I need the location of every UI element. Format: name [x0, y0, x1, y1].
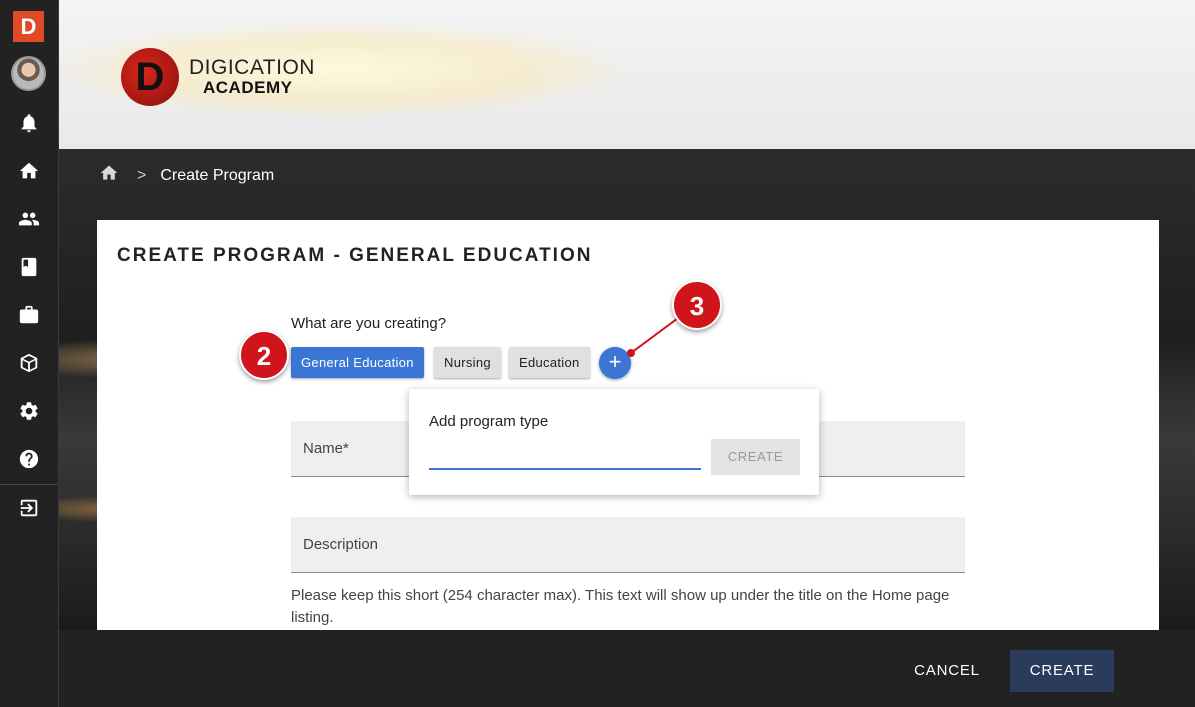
description-field-label: Description: [303, 536, 379, 553]
callout-step-2: 2: [239, 330, 289, 380]
rail-divider: [0, 484, 58, 485]
bell-icon[interactable]: [16, 110, 42, 136]
program-type-input[interactable]: [429, 440, 701, 470]
gear-icon[interactable]: [16, 398, 42, 424]
app-logo[interactable]: D: [13, 11, 44, 42]
breadcrumb-separator: >: [137, 166, 147, 184]
popover-create-button[interactable]: CREATE: [711, 439, 800, 475]
create-program-card: CREATE PROGRAM - GENERAL EDUCATION What …: [97, 220, 1159, 640]
page-title: CREATE PROGRAM - GENERAL EDUCATION: [117, 245, 593, 266]
add-program-type-popover: Add program type CREATE: [409, 389, 819, 495]
cancel-button[interactable]: CANCEL: [901, 652, 993, 690]
brand-logo[interactable]: D DIGICATION ACADEMY: [121, 48, 315, 106]
brand-name: DIGICATION: [189, 56, 315, 80]
brand-text: DIGICATION ACADEMY: [189, 56, 315, 98]
briefcase-icon[interactable]: [16, 302, 42, 328]
home-icon[interactable]: [16, 158, 42, 184]
avatar[interactable]: [11, 56, 46, 91]
box-icon[interactable]: [16, 350, 42, 376]
description-field[interactable]: Description: [291, 517, 965, 573]
chip-education[interactable]: Education: [509, 347, 590, 378]
add-program-type-button[interactable]: +: [599, 347, 631, 379]
callout-step-3: 3: [672, 280, 722, 330]
chip-general-education[interactable]: General Education: [291, 347, 424, 378]
help-icon[interactable]: [16, 446, 42, 472]
name-field-label: Name*: [303, 440, 349, 457]
program-type-question: What are you creating?: [291, 315, 447, 332]
brand-subname: ACADEMY: [203, 78, 293, 98]
create-button[interactable]: CREATE: [1010, 650, 1114, 692]
breadcrumb: > Create Program: [99, 163, 274, 188]
breadcrumb-home-icon[interactable]: [99, 163, 119, 188]
breadcrumb-current: Create Program: [160, 166, 275, 184]
people-icon[interactable]: [16, 206, 42, 232]
logout-icon[interactable]: [16, 495, 42, 521]
popover-title: Add program type: [429, 413, 549, 430]
chip-nursing[interactable]: Nursing: [434, 347, 501, 378]
left-rail: D: [0, 0, 59, 707]
footer-bar: CANCEL CREATE: [59, 630, 1195, 707]
book-icon[interactable]: [16, 254, 42, 280]
description-helper-text: Please keep this short (254 character ma…: [291, 587, 950, 626]
brand-mark: D: [121, 48, 179, 106]
